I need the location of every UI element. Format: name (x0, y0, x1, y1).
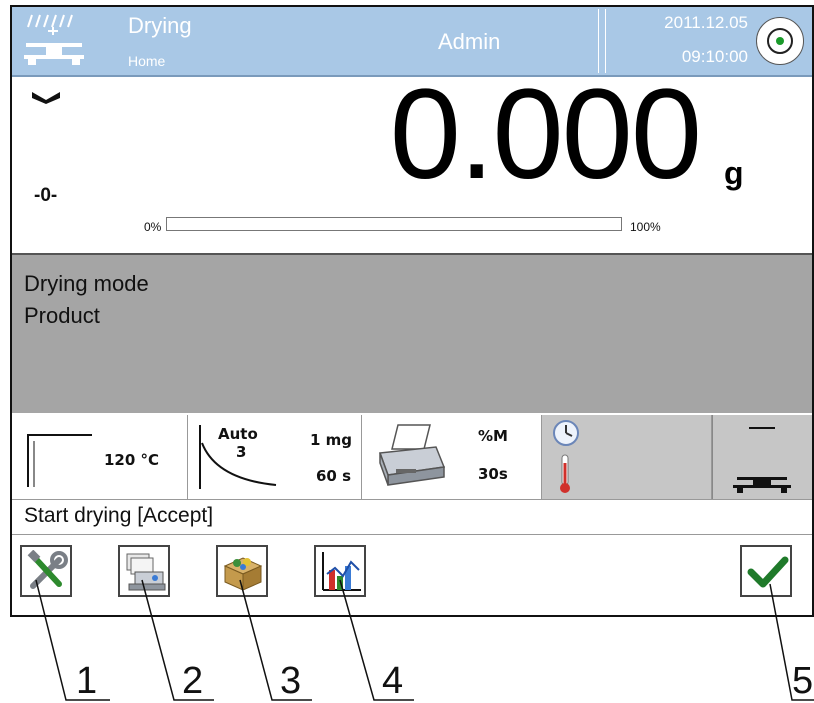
status-icons-widget[interactable] (542, 415, 712, 499)
temperature-profile-widget[interactable]: 120 °C (12, 415, 188, 499)
temperature-value: 120 °C (104, 451, 160, 469)
tare-widget[interactable] (712, 415, 812, 499)
hint-text: Start drying [Accept] (24, 504, 214, 527)
callout-4: 4 (382, 660, 404, 702)
status-button[interactable] (756, 17, 804, 65)
database-button[interactable] (118, 545, 170, 597)
progress-bar (166, 217, 622, 231)
weight-value: 0.000 (389, 63, 702, 206)
finish-mode-label: Auto (218, 425, 258, 443)
clock-icon (553, 420, 579, 446)
accept-button[interactable] (740, 545, 792, 597)
printout-unit: %M (478, 427, 508, 445)
callout-1: 1 (76, 660, 98, 702)
drying-mode-label: Drying mode (24, 271, 149, 296)
user-name[interactable]: Admin (438, 29, 500, 55)
product-box-icon (223, 557, 263, 591)
finish-mass-value: 1 mg (310, 431, 353, 449)
check-icon (747, 556, 789, 588)
finish-mode-widget[interactable]: Auto 3 1 mg 60 s (188, 415, 362, 499)
product-label: Product (24, 303, 100, 328)
app-subtitle: Home (128, 53, 166, 69)
chart-icon (322, 552, 361, 591)
status-ring-icon (767, 28, 793, 54)
date-display: 2011.12.05 (664, 13, 748, 32)
thermometer-icon (560, 454, 570, 493)
settings-button[interactable] (20, 545, 72, 597)
printout-interval: 30s (478, 465, 508, 483)
reports-button[interactable] (314, 545, 366, 597)
printout-widget[interactable]: %M 30s (362, 415, 542, 499)
hint-bar: Start drying [Accept] (12, 499, 812, 535)
progress-min-label: 0% (144, 220, 162, 234)
products-button[interactable] (216, 545, 268, 597)
bottom-toolbar (12, 535, 812, 615)
temperature-profile-icon (27, 434, 92, 487)
status-dot-icon (776, 37, 784, 45)
finish-time-value: 60 s (316, 467, 352, 485)
stability-marker-icon (32, 91, 60, 109)
weighing-pan-icon (733, 427, 791, 493)
zero-indicator: -0- (34, 185, 58, 206)
scale-database-icon (126, 553, 166, 591)
device-screen: Drying Home Admin 2011.12.05 09:10:00 -0… (10, 5, 814, 617)
info-panel: Drying mode Product (12, 255, 812, 415)
printer-icon (378, 424, 446, 486)
dryer-logo-icon[interactable] (22, 11, 86, 71)
widget-row: 120 °C Auto 3 1 mg 60 s %M 30s (12, 415, 812, 499)
tools-icon (27, 550, 68, 589)
progress-max-label: 100% (630, 220, 661, 234)
app-title: Drying (128, 13, 192, 38)
weight-reading-panel: -0- 0.000 g 0% 100% (12, 71, 812, 255)
callout-5: 5 (792, 660, 814, 702)
weight-unit[interactable]: g (724, 155, 744, 192)
finish-mode-number: 3 (236, 443, 247, 461)
callout-2: 2 (182, 660, 204, 702)
callout-3: 3 (280, 660, 302, 702)
